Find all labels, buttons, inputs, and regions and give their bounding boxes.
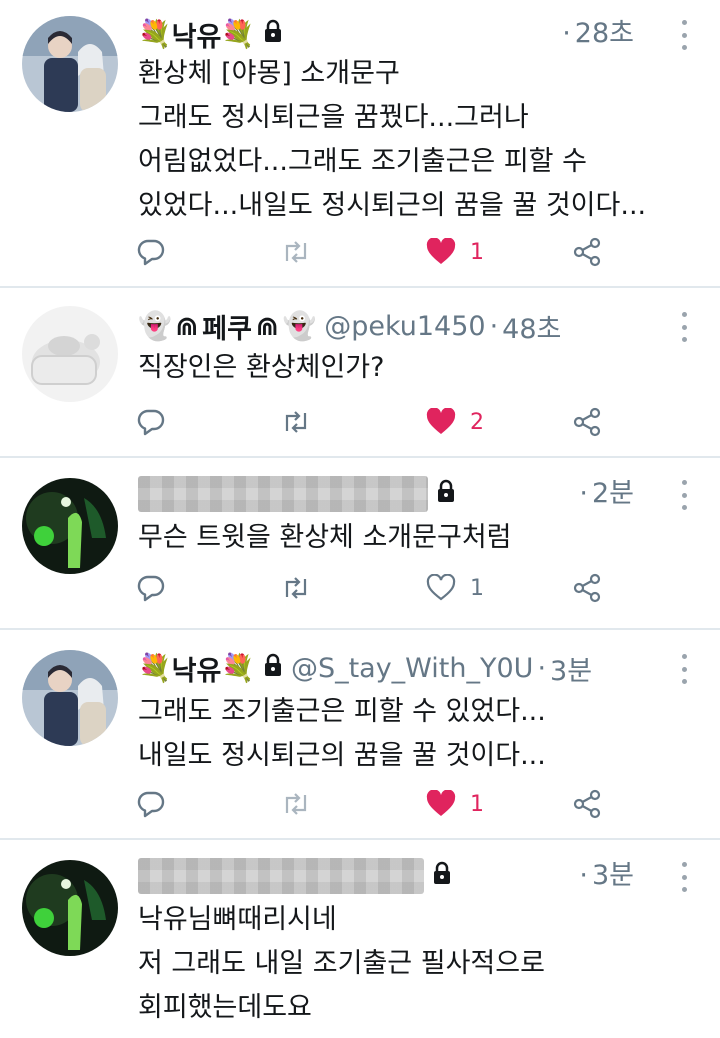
more-vertical-icon[interactable] xyxy=(676,20,692,50)
tweet-5[interactable]: · 3분 낙유님뼈때리시네 저 그래도 내일 조기출근 필사적으로 회피했는데도요 xyxy=(0,840,720,1038)
share-button[interactable] xyxy=(572,402,602,442)
tweet-actions: 1 xyxy=(0,568,720,608)
avatar[interactable] xyxy=(22,16,118,112)
share-button[interactable] xyxy=(572,232,602,272)
like-count: 1 xyxy=(470,575,484,601)
more-vertical-icon[interactable] xyxy=(676,654,692,684)
tweet-timestamp[interactable]: · 3분 xyxy=(575,856,634,896)
retweet-icon xyxy=(285,577,307,599)
arch-glyph-left: ⋒ xyxy=(175,310,199,342)
heart-icon xyxy=(426,790,456,816)
tweet-actions: 1 xyxy=(0,784,720,824)
tweet-header: 👻 ⋒ 페쿠 ⋒ 👻 @peku1450 · 48초 xyxy=(138,306,561,346)
share-icon xyxy=(573,237,601,267)
tweet-1[interactable]: 💐 낙유 💐 · 28초 환상체 [야몽] 소개문구 그래도 정시퇴근을 꿈꿨다.… xyxy=(0,0,720,286)
tweet-actions: 2 xyxy=(0,402,720,442)
lock-icon xyxy=(436,479,456,510)
tweet-header xyxy=(138,474,456,514)
tweet-timestamp[interactable]: 3분 xyxy=(550,649,592,688)
more-vertical-icon[interactable] xyxy=(676,862,692,892)
tweet-4[interactable]: 💐 낙유 💐 @S_tay_With_Y0U · 3분 그래도 조기출근은 피할… xyxy=(0,630,720,838)
reply-button[interactable] xyxy=(136,402,166,442)
lock-icon xyxy=(263,653,283,684)
retweet-button[interactable] xyxy=(280,232,326,272)
heart-icon xyxy=(426,238,456,264)
tweet-text: 낙유님뼈때리시네 저 그래도 내일 조기출근 필사적으로 회피했는데도요 xyxy=(138,904,545,1023)
flower-emoji-right: 💐 xyxy=(221,19,255,50)
avatar-image xyxy=(22,860,118,956)
lock-icon xyxy=(263,19,283,50)
tweet-header: 💐 낙유 💐 @S_tay_With_Y0U · 3분 xyxy=(138,648,592,688)
reply-button[interactable] xyxy=(136,784,166,824)
avatar-image xyxy=(22,306,118,402)
like-button[interactable]: 1 xyxy=(426,568,484,608)
share-button[interactable] xyxy=(572,568,602,608)
retweet-button[interactable] xyxy=(280,784,326,824)
flower-emoji-left: 💐 xyxy=(138,19,172,50)
avatar-image xyxy=(22,478,118,574)
lock-icon xyxy=(432,861,452,892)
tweet-text: 환상체 [야몽] 소개문구 그래도 정시퇴근을 꿈꿨다...그러나 어림없었다.… xyxy=(138,58,647,221)
share-icon xyxy=(573,573,601,603)
redacted-name[interactable] xyxy=(138,858,424,894)
avatar[interactable] xyxy=(22,860,118,956)
avatar[interactable] xyxy=(22,478,118,574)
like-count: 2 xyxy=(470,409,484,435)
reply-button[interactable] xyxy=(136,568,166,608)
tweet-text: 직장인은 환상체인가? xyxy=(138,352,385,383)
like-button[interactable]: 1 xyxy=(426,784,484,824)
heart-icon xyxy=(426,408,456,434)
ghost-emoji-right: 👻 xyxy=(282,311,317,342)
tweet-actions: 1 xyxy=(0,232,720,272)
tweet-text: 무슨 트윗을 환상체 소개문구처럼 xyxy=(138,522,512,553)
flower-emoji-left: 💐 xyxy=(138,653,172,684)
ghost-emoji-left: 👻 xyxy=(138,311,172,342)
like-button[interactable]: 1 xyxy=(426,232,484,272)
display-name[interactable]: 👻 ⋒ 페쿠 ⋒ 👻 xyxy=(138,307,316,346)
retweet-icon xyxy=(285,411,307,433)
display-name[interactable]: 💐 낙유 💐 xyxy=(138,15,255,54)
tweet-timestamp[interactable]: · 28초 xyxy=(558,14,634,54)
more-vertical-icon[interactable] xyxy=(676,480,692,510)
display-name[interactable]: 💐 낙유 💐 xyxy=(138,649,255,688)
retweet-button[interactable] xyxy=(280,568,326,608)
heart-outline-icon xyxy=(426,574,456,601)
redacted-name[interactable] xyxy=(138,476,428,512)
user-handle[interactable]: @S_tay_With_Y0U xyxy=(291,653,534,684)
avatar[interactable] xyxy=(22,306,118,402)
share-icon xyxy=(573,407,601,437)
tweet-timestamp[interactable]: · 2분 xyxy=(575,474,634,514)
tweet-timestamp[interactable]: 48초 xyxy=(502,307,561,346)
like-count: 1 xyxy=(470,239,484,265)
user-handle[interactable]: @peku1450 xyxy=(324,311,485,342)
tweet-header: 💐 낙유 💐 xyxy=(138,14,283,54)
avatar-image xyxy=(22,16,118,112)
tweet-header xyxy=(138,856,452,896)
like-count: 1 xyxy=(470,791,484,817)
reply-icon xyxy=(137,575,165,602)
share-button[interactable] xyxy=(572,784,602,824)
reply-icon xyxy=(137,239,165,266)
avatar[interactable] xyxy=(22,650,118,746)
reply-button[interactable] xyxy=(136,232,166,272)
retweet-button[interactable] xyxy=(280,402,326,442)
retweet-icon xyxy=(285,793,307,815)
tweet-3[interactable]: · 2분 무슨 트윗을 환상체 소개문구처럼 1 xyxy=(0,458,720,628)
tweet-2[interactable]: 👻 ⋒ 페쿠 ⋒ 👻 @peku1450 · 48초 직장인은 환상체인가? 2 xyxy=(0,288,720,456)
tweet-text: 그래도 조기출근은 피할 수 있었다... 내일도 정시퇴근의 꿈을 꿀 것이다… xyxy=(138,696,546,771)
more-vertical-icon[interactable] xyxy=(676,312,692,342)
like-button[interactable]: 2 xyxy=(426,402,484,442)
avatar-image xyxy=(22,650,118,746)
share-icon xyxy=(573,789,601,819)
retweet-icon xyxy=(285,241,307,263)
flower-emoji-right: 💐 xyxy=(221,653,255,684)
reply-icon xyxy=(137,409,165,436)
reply-icon xyxy=(137,791,165,818)
arch-glyph-right: ⋒ xyxy=(255,310,279,342)
